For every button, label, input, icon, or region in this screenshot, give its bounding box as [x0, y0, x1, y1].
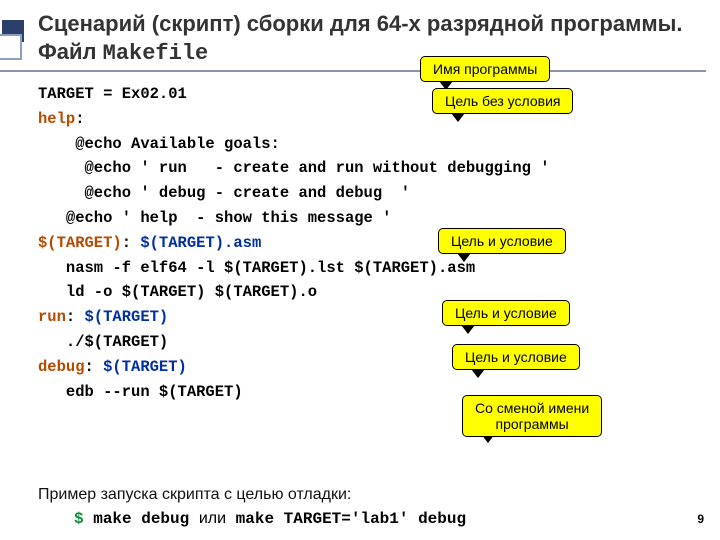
example-caption: Пример запуска скрипта с целью отладки:	[38, 486, 351, 504]
slide-logo	[0, 20, 26, 62]
target-run: run	[38, 308, 66, 326]
code-line-11: ./$(TARGET)	[38, 333, 168, 351]
cmd-or: или	[199, 510, 226, 527]
code-line-8: nasm -f elf64 -l $(TARGET).lst $(TARGET)…	[38, 259, 475, 277]
callout-rename-line2: программы	[496, 416, 569, 432]
page-number: 9	[697, 512, 704, 526]
callout-target-cond-1: Цель и условие	[438, 228, 566, 254]
callout-rename: Со сменой имени программы	[462, 395, 602, 437]
code-line-9: ld -o $(TARGET) $(TARGET).o	[38, 283, 317, 301]
title-filename: Makefile	[103, 41, 209, 66]
title-rule	[0, 70, 706, 72]
callout-target-cond-3: Цель и условие	[452, 344, 580, 370]
callout-rename-line1: Со сменой имени	[475, 400, 589, 416]
target-debug: debug	[38, 358, 85, 376]
dep-run: $(TARGET)	[85, 308, 169, 326]
code-line-4: @echo ' run - create and run without deb…	[38, 159, 550, 177]
code-line-3: @echo Available goals:	[38, 135, 280, 153]
callout-target-no-cond: Цель без условия	[432, 88, 573, 114]
code-line-6: @echo ' help - show this message '	[38, 209, 391, 227]
example-command: $ make debug или make TARGET='lab1' debu…	[74, 510, 466, 528]
dep-asm: $(TARGET).asm	[140, 234, 261, 252]
code-line-13: edb --run $(TARGET)	[38, 383, 243, 401]
target-help: help	[38, 110, 75, 128]
callout-target-cond-2: Цель и условие	[442, 300, 570, 326]
prompt-dollar: $	[74, 510, 84, 528]
slide-title: Сценарий (скрипт) сборки для 64-х разряд…	[38, 10, 700, 67]
callout-program-name: Имя программы	[420, 56, 550, 82]
target-main: $(TARGET)	[38, 234, 122, 252]
code-line-5: @echo ' debug - create and debug '	[38, 184, 410, 202]
makefile-code: TARGET = Ex02.01 help: @echo Available g…	[38, 82, 704, 404]
cmd-a: make debug	[84, 510, 199, 528]
code-line-1: TARGET = Ex02.01	[38, 85, 187, 103]
dep-debug: $(TARGET)	[103, 358, 187, 376]
cmd-b: make TARGET='lab1' debug	[226, 510, 466, 528]
